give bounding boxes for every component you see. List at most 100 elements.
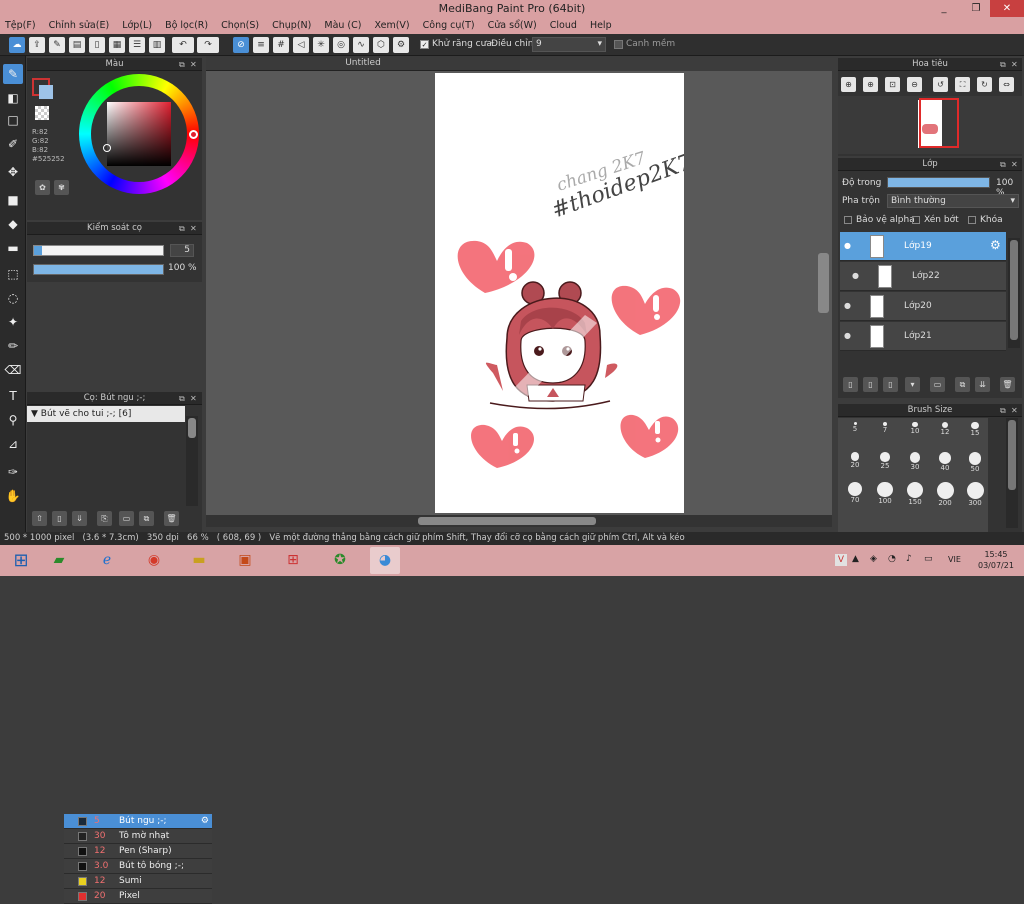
close-icon[interactable]: ✕ bbox=[1011, 58, 1018, 71]
rotate-right-icon[interactable]: ↻ bbox=[977, 77, 992, 92]
menu-help[interactable]: Help bbox=[585, 17, 617, 34]
comment-list-icon[interactable]: ▤ bbox=[69, 37, 85, 53]
dropper-tool-icon[interactable]: ⊿ bbox=[3, 434, 23, 454]
layer-row[interactable]: ● Lớp21 bbox=[840, 322, 1006, 351]
grid-snap-icon[interactable]: # bbox=[273, 37, 289, 53]
eraser-tool-icon[interactable]: ◧ bbox=[3, 88, 23, 108]
menu-edit[interactable]: Chỉnh sửa(E) bbox=[44, 17, 115, 34]
comment-icon[interactable]: ✎ bbox=[49, 37, 65, 53]
menu-window[interactable]: Cửa sổ(W) bbox=[483, 17, 542, 34]
redo-icon[interactable]: ↷ bbox=[197, 37, 219, 53]
tray-app-icon[interactable]: ◈ bbox=[870, 554, 877, 564]
folder-icon[interactable]: ▭ bbox=[119, 511, 134, 526]
adjust-select[interactable]: 9 ▾ bbox=[532, 37, 606, 52]
eye-icon[interactable]: ● bbox=[844, 331, 851, 340]
canvas-h-scrollbar[interactable] bbox=[418, 517, 596, 525]
new-layer-icon[interactable]: ▯ bbox=[843, 377, 858, 392]
layer-merge-icon[interactable]: ⇊ bbox=[975, 377, 990, 392]
brush-size-option[interactable]: 25 bbox=[870, 452, 900, 472]
medibang-taskbar-icon[interactable]: ◕ bbox=[370, 547, 400, 574]
trash-icon[interactable]: 🗑 bbox=[164, 511, 179, 526]
minimize-button[interactable]: _ bbox=[930, 0, 958, 17]
menu-file[interactable]: Tệp(F) bbox=[0, 17, 41, 34]
brush-size-option[interactable]: 40 bbox=[930, 452, 960, 472]
size-value[interactable]: 5 bbox=[170, 244, 194, 257]
export-icon[interactable]: ⇪ bbox=[29, 37, 45, 53]
expand-icon[interactable]: ⧉ bbox=[179, 222, 185, 235]
chrome-icon[interactable]: ◉ bbox=[139, 547, 169, 574]
brush-size-option[interactable]: 10 bbox=[900, 422, 930, 442]
app-grid-icon[interactable]: ⊞ bbox=[278, 547, 308, 574]
transparent-swatch[interactable] bbox=[35, 106, 49, 120]
move-tool-icon[interactable]: ✥ bbox=[3, 162, 23, 182]
network-icon[interactable]: ◔ bbox=[888, 554, 896, 564]
rotate-left-icon[interactable]: ↺ bbox=[933, 77, 948, 92]
cloud-icon[interactable]: ☁ bbox=[9, 37, 25, 53]
expand-icon[interactable]: ⧉ bbox=[1000, 58, 1006, 71]
layer-opacity-slider[interactable] bbox=[887, 177, 990, 188]
fill-brush-icon[interactable]: ✐ bbox=[3, 134, 23, 154]
gradient-tool-icon[interactable]: ▬ bbox=[3, 238, 23, 258]
clock[interactable]: 15:45 03/07/21 bbox=[978, 549, 1014, 571]
menu-capture[interactable]: Chụp(N) bbox=[267, 17, 316, 34]
brush-size-option[interactable]: 20 bbox=[840, 452, 870, 472]
select-tool-icon[interactable]: ⬚ bbox=[3, 264, 23, 284]
menu-select[interactable]: Chọn(S) bbox=[216, 17, 264, 34]
tray-up-icon[interactable]: ▲ bbox=[852, 554, 859, 564]
page-list-icon[interactable]: ☰ bbox=[129, 37, 145, 53]
brush-list-item[interactable]: 3.0 Bút tô bóng ;-; bbox=[64, 859, 212, 874]
radial-snap-icon[interactable]: ✳ bbox=[313, 37, 329, 53]
clipping-checkbox[interactable] bbox=[912, 216, 920, 224]
layer-add-menu-icon[interactable]: ▾ bbox=[905, 377, 920, 392]
brush-list-item[interactable]: 30 Tô mờ nhạt bbox=[64, 829, 212, 844]
snap-off-icon[interactable]: ⊘ bbox=[233, 37, 249, 53]
opacity-slider[interactable] bbox=[33, 264, 164, 275]
antialias-checkbox[interactable]: ✓ bbox=[420, 40, 429, 49]
brush-size-option[interactable]: 200 bbox=[930, 482, 960, 507]
settings-icon[interactable]: ⚙ bbox=[393, 37, 409, 53]
dot-tool-icon[interactable]: □ bbox=[3, 110, 23, 130]
expand-icon[interactable]: ⧉ bbox=[179, 392, 185, 405]
presentation-icon[interactable]: ▣ bbox=[230, 547, 260, 574]
brush-size-option[interactable]: 30 bbox=[900, 452, 930, 472]
canvas-page[interactable]: chang 2K7 #thoidep2K7 bbox=[435, 73, 696, 513]
folder-taskbar-icon[interactable]: ▬ bbox=[184, 547, 214, 574]
brush-group[interactable]: ▼ Bút vẽ cho tui ;-; [6] bbox=[27, 406, 185, 422]
restore-button[interactable]: ❐ bbox=[962, 0, 990, 17]
brush-copy-icon[interactable]: ⎘ bbox=[97, 511, 112, 526]
panel-icon[interactable]: ▥ bbox=[149, 37, 165, 53]
layer-row[interactable]: ● Lớp20 bbox=[840, 292, 1006, 321]
magic-wand-icon[interactable]: ✦ bbox=[3, 312, 23, 332]
layer-row[interactable]: ● Lớp19 ⚙ bbox=[840, 232, 1006, 261]
hand-tool-icon[interactable]: ✋ bbox=[3, 486, 23, 506]
browser-e-icon[interactable]: ℯ bbox=[92, 547, 122, 574]
brush-size-scrollbar[interactable] bbox=[1006, 418, 1018, 528]
volume-icon[interactable]: ♪ bbox=[906, 554, 912, 564]
close-icon[interactable]: ✕ bbox=[190, 222, 197, 235]
perspective-icon[interactable]: ⬡ bbox=[373, 37, 389, 53]
undo-icon[interactable]: ↶ bbox=[172, 37, 194, 53]
brush-size-option[interactable]: 12 bbox=[930, 422, 960, 442]
brush-size-option[interactable]: 15 bbox=[960, 422, 990, 442]
page-grid-icon[interactable]: ▦ bbox=[109, 37, 125, 53]
layer-row[interactable]: ● Lớp22 bbox=[840, 262, 1006, 291]
brush-list-scrollbar[interactable] bbox=[186, 416, 198, 506]
close-button[interactable]: ✕ bbox=[990, 0, 1024, 17]
language-indicator[interactable]: VIE bbox=[948, 555, 961, 564]
gear-icon[interactable]: ⚙ bbox=[201, 814, 209, 829]
start-button-icon[interactable]: ⊞ bbox=[6, 547, 36, 574]
brush-size-option[interactable]: 5 bbox=[840, 422, 870, 442]
new-8bit-icon[interactable]: ▯ bbox=[883, 377, 898, 392]
protect-alpha-checkbox[interactable] bbox=[844, 216, 852, 224]
menu-view[interactable]: Xem(V) bbox=[370, 17, 415, 34]
canvas-area[interactable]: chang 2K7 #thoidep2K7 bbox=[206, 71, 832, 527]
brush-list-item[interactable]: 20 Pixel bbox=[64, 889, 212, 904]
expand-icon[interactable]: ⧉ bbox=[1000, 158, 1006, 171]
close-icon[interactable]: ✕ bbox=[190, 58, 197, 71]
expand-icon[interactable]: ⧉ bbox=[1000, 404, 1006, 417]
tray-v-icon[interactable]: V bbox=[835, 554, 847, 566]
fit-icon[interactable]: ⊡ bbox=[885, 77, 900, 92]
close-icon[interactable]: ✕ bbox=[190, 392, 197, 405]
layer-folder-icon[interactable]: ▭ bbox=[930, 377, 945, 392]
menu-cloud[interactable]: Cloud bbox=[545, 17, 582, 34]
